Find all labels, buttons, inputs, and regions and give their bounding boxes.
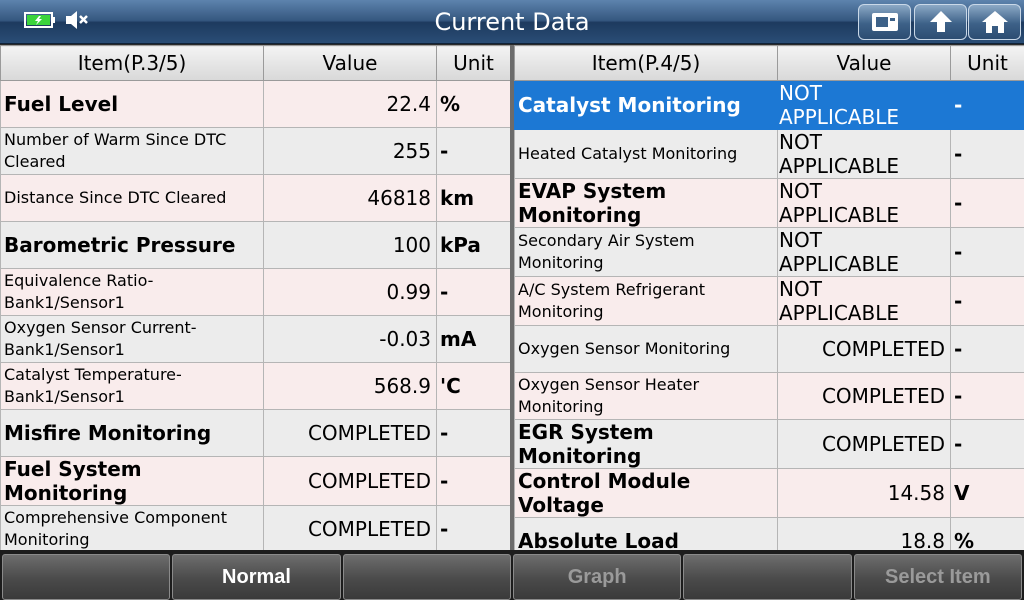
row-item-name: Heated Catalyst Monitoring [514,129,778,179]
row-value: 14.58 [777,468,951,518]
row-unit: - [436,268,511,316]
row-value: 568.9 [263,362,437,410]
row-item-name: Fuel System Monitoring [0,456,264,506]
row-value: 22.4 [263,80,437,128]
row-item-name: Comprehensive Component Monitoring [0,505,264,553]
row-value: 100 [263,221,437,269]
row-item-name: Control Module Voltage [514,468,778,518]
table-row[interactable]: Oxygen Sensor Heater Monitoring COMPLETED… [514,372,1024,420]
row-item-name: Catalyst Monitoring [514,80,778,130]
column-header-unit[interactable]: Unit [436,45,511,81]
home-button[interactable] [968,4,1021,40]
row-item-name: Oxygen Sensor Monitoring [514,325,778,373]
row-unit: 'C [436,362,511,410]
left-data-table: Item(P.3/5) Value Unit Fuel Level 22.4% Nu… [0,45,511,553]
toolbar-button-5[interactable] [683,554,852,600]
row-value: COMPLETED [777,372,951,420]
row-unit: kPa [436,221,511,269]
row-value: 0.99 [263,268,437,316]
table-row[interactable]: Catalyst Monitoring NOT APPLICABLE - [514,80,1024,130]
row-value: COMPLETED [263,456,437,506]
table-row[interactable]: Control Module Voltage 14.58 V [514,468,1024,518]
toolbar-button-1[interactable] [2,554,171,600]
row-value: -0.03 [263,315,437,363]
row-item-name: EGR System Monitoring [514,419,778,469]
row-value: NOT APPLICABLE [777,227,951,277]
save-icon [871,13,898,31]
row-item-name: Oxygen Sensor Heater Monitoring [514,372,778,420]
row-unit: % [436,80,511,128]
row-item-name: Barometric Pressure [0,221,264,269]
row-unit: - [436,127,511,175]
back-button[interactable] [914,4,967,40]
row-unit: km [436,174,511,222]
row-item-name: Oxygen Sensor Current-Bank1/Sensor1 [0,315,264,363]
table-row[interactable]: Fuel System Monitoring COMPLETED - [0,456,511,506]
row-item-name: Distance Since DTC Cleared [0,174,264,222]
table-row[interactable]: Oxygen Sensor Monitoring COMPLETED - [514,325,1024,373]
table-row[interactable]: Fuel Level 22.4% [0,80,511,128]
row-unit: - [436,409,511,457]
row-item-name: EVAP System Monitoring [514,178,778,228]
row-value: NOT APPLICABLE [777,80,951,130]
row-value: 46818 [263,174,437,222]
save-button[interactable] [858,4,911,40]
up-arrow-icon [929,11,952,32]
table-row[interactable]: Equivalence Ratio-Bank1/Sensor1 0.99- [0,268,511,316]
column-header-unit[interactable]: Unit [950,45,1024,81]
table-row[interactable]: Distance Since DTC Cleared 46818 km [0,174,511,222]
row-value: NOT APPLICABLE [777,129,951,179]
row-value: COMPLETED [777,325,951,373]
row-item-name: Secondary Air System Monitoring [514,227,778,277]
row-unit: - [950,178,1024,228]
row-unit: V [950,468,1024,518]
row-value: 255 [263,127,437,175]
row-value: COMPLETED [263,505,437,553]
table-row[interactable]: EGR System Monitoring COMPLETED - [514,419,1024,469]
row-unit: - [950,80,1024,130]
row-unit: - [950,325,1024,373]
row-item-name: Number of Warm Since DTC Cleared [0,127,264,175]
table-row[interactable]: Oxygen Sensor Current-Bank1/Sensor1 -0.03… [0,315,511,363]
row-item-name: Fuel Level [0,80,264,128]
row-unit: - [950,372,1024,420]
normal-button[interactable]: Normal [172,554,341,600]
row-unit: - [436,456,511,506]
row-value: COMPLETED [777,419,951,469]
row-item-name: A/C System Refrigerant Monitoring [514,276,778,326]
title-bar: Current Data [0,0,1024,44]
bottom-toolbar: Normal Graph Select Item [0,550,1024,600]
graph-button[interactable]: Graph [512,554,682,600]
row-unit: mA [436,315,511,363]
row-value: NOT APPLICABLE [777,276,951,326]
row-unit: - [950,419,1024,469]
column-header-item[interactable]: Item(P.4/5) [514,45,778,81]
table-row[interactable]: Number of Warm Since DTC Cleared 255- [0,127,511,175]
table-row[interactable]: Heated Catalyst Monitoring NOT APPLICABLE… [514,129,1024,179]
row-unit: - [950,276,1024,326]
home-icon [981,11,1008,33]
row-item-name: Equivalence Ratio-Bank1/Sensor1 [0,268,264,316]
row-value: COMPLETED [263,409,437,457]
toolbar-button-3[interactable] [342,554,511,600]
row-item-name: Misfire Monitoring [0,409,264,457]
table-row[interactable]: Barometric Pressure 100 kPa [0,221,511,269]
table-row[interactable]: Catalyst Temperature-Bank1/Sensor1 568.9 '… [0,362,511,410]
table-row[interactable]: EVAP System Monitoring NOT APPLICABLE - [514,178,1024,228]
row-value: NOT APPLICABLE [777,178,951,228]
right-data-table: Item(P.4/5) Value Unit Catalyst Monitori… [514,45,1024,565]
select-item-button[interactable]: Select Item [853,554,1022,600]
table-row[interactable]: Comprehensive Component Monitoring COMPLE… [0,505,511,553]
row-unit: - [436,505,511,553]
column-header-value[interactable]: Value [263,45,437,81]
column-header-item[interactable]: Item(P.3/5) [0,45,264,81]
row-unit: - [950,129,1024,179]
row-item-name: Catalyst Temperature-Bank1/Sensor1 [0,362,264,410]
table-row[interactable]: Secondary Air System Monitoring NOT APPLI… [514,227,1024,277]
row-unit: - [950,227,1024,277]
table-row[interactable]: Misfire Monitoring COMPLETED - [0,409,511,457]
table-row[interactable]: A/C System Refrigerant Monitoring NOT APP… [514,276,1024,326]
column-header-value[interactable]: Value [777,45,951,81]
